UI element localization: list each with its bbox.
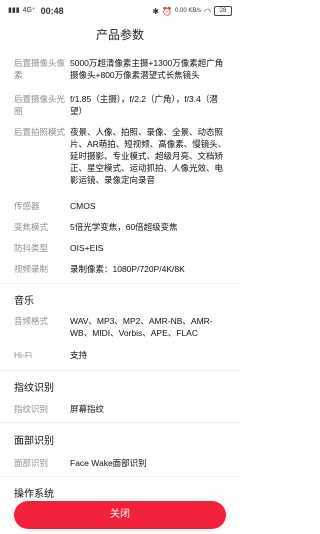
spec-value: 录制像素：1080P/720P/4K/8K bbox=[70, 264, 185, 274]
spec-label: 面部识别 bbox=[14, 458, 49, 468]
page-title: 产品参数 bbox=[95, 28, 144, 42]
spec-label: 传感器 bbox=[14, 201, 40, 211]
spec-label: 后置摄像头光圈 bbox=[14, 94, 66, 116]
spec-label: 视频录制 bbox=[14, 264, 49, 274]
bluetooth-icon: ✱ bbox=[152, 6, 160, 16]
wifi-icon: ◠ bbox=[204, 6, 211, 16]
spec-value: OIS+EIS bbox=[70, 243, 104, 253]
section-title-face: 面部识别 bbox=[14, 436, 54, 447]
section-title-os: 操作系统 bbox=[14, 489, 54, 500]
status-bar: ▮▮▮ 4G⁺ 00:48 ✱ ⏰ 0.00 KB/s ◠ 28 bbox=[0, 0, 240, 22]
alarm-icon: ⏰ bbox=[162, 6, 172, 16]
spec-label: 后置拍照模式 bbox=[14, 127, 66, 137]
spec-label: 变焦模式 bbox=[14, 222, 49, 232]
spec-value: 支持 bbox=[70, 350, 88, 360]
spec-value: Face Wake面部识别 bbox=[70, 458, 147, 468]
spec-value: CMOS bbox=[70, 201, 96, 211]
spec-label: Hi-Fi bbox=[14, 350, 32, 360]
close-button[interactable]: 关闭 bbox=[14, 501, 226, 529]
section-divider bbox=[0, 283, 240, 284]
spec-value: f/1.85（主摄），f/2.2（广角），f/3.4（潜望） bbox=[70, 94, 218, 116]
spec-value: 夜景、人像、拍照、录像、全景、动态照片、AR萌拍、短视频、高像素、慢镜头、延时摄… bbox=[70, 127, 227, 185]
signal-icon: ▮▮▮ bbox=[8, 7, 20, 14]
spec-value: 屏幕指纹 bbox=[70, 404, 105, 414]
spec-label: 防抖类型 bbox=[14, 243, 49, 253]
spec-label: 后置摄像头像素 bbox=[14, 58, 66, 80]
status-time: 00:48 bbox=[40, 6, 64, 16]
section-title-music: 音乐 bbox=[14, 296, 34, 307]
spec-value: 5000万超清像素主摄+1300万像素超广角摄像头+800万像素潜望式长焦镜头 bbox=[70, 58, 224, 80]
spec-label: 指纹识别 bbox=[14, 404, 49, 414]
network-speed: 0.00 KB/s bbox=[175, 8, 202, 14]
section-divider bbox=[0, 422, 240, 423]
spec-value: WAV、MP3、MP2、AMR-NB、AMR-WB、MIDI、Vorbis、AP… bbox=[70, 316, 213, 338]
section-divider bbox=[0, 370, 240, 371]
network-type: 4G⁺ bbox=[22, 7, 36, 14]
spec-label: 音频格式 bbox=[14, 316, 49, 326]
spec-value: 5倍光学变焦，60倍超级变焦 bbox=[70, 222, 178, 232]
section-title-fingerprint: 指纹识别 bbox=[14, 383, 54, 394]
battery-icon: 28 bbox=[214, 6, 232, 16]
section-divider bbox=[0, 476, 240, 477]
